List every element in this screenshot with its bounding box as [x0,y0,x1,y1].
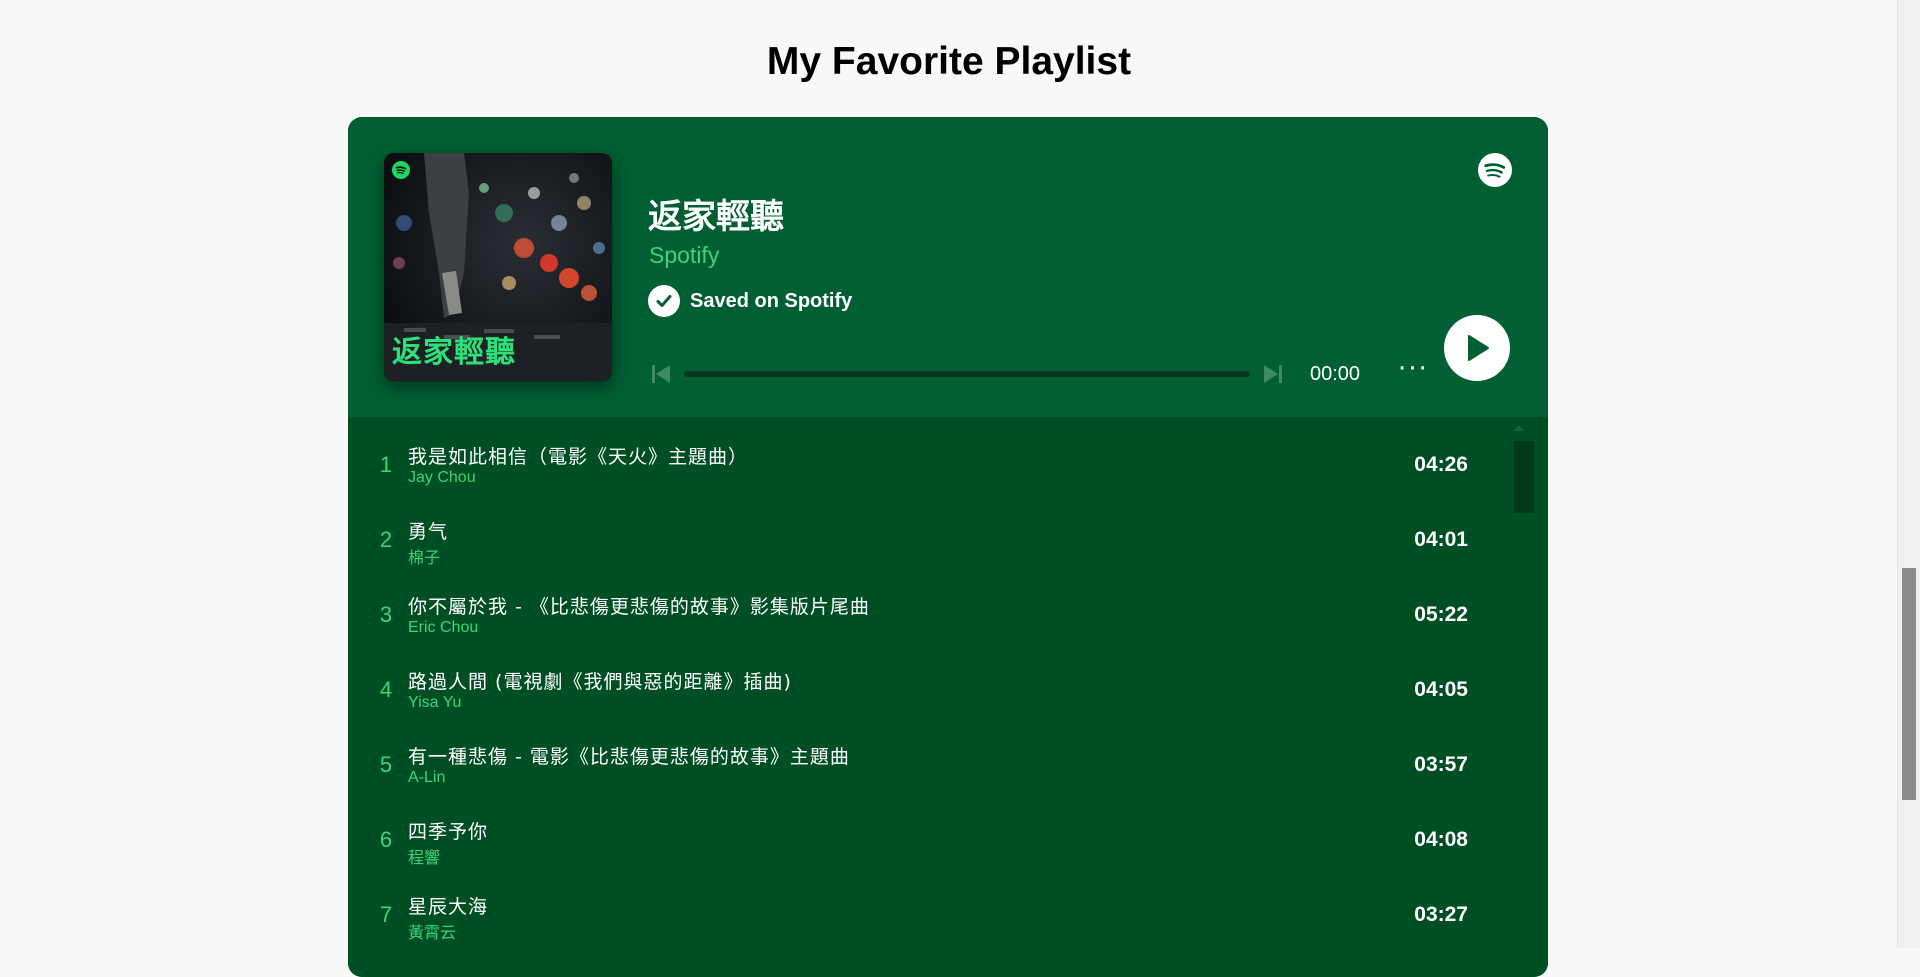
playlist-owner[interactable]: Spotify [649,242,719,269]
track-number: 2 [379,527,393,552]
playback-time: 00:00 [1310,362,1361,385]
track-artist[interactable]: 程響 [408,844,440,868]
spotify-embed-player: 返家輕聽 返家輕聽 Spotify Saved on Spotify 00:00… [348,117,1548,977]
track-duration: 04:01 [1414,528,1468,551]
track-number: 3 [379,602,393,627]
progress-bar[interactable] [684,371,1250,377]
player-header: 返家輕聽 返家輕聽 Spotify Saved on Spotify 00:00… [348,117,1548,417]
tracklist-scroll-up-arrow[interactable] [1514,425,1524,431]
play-button[interactable] [1444,315,1510,381]
track-artist[interactable]: 黃霄云 [408,919,456,943]
check-circle-icon [648,285,680,317]
track-artist[interactable]: 棉子 [408,544,440,568]
spotify-icon[interactable] [1478,153,1512,191]
saved-status[interactable]: Saved on Spotify [648,285,852,317]
track-duration: 03:57 [1414,753,1468,776]
track-number: 5 [379,752,393,777]
track-duration: 04:08 [1414,828,1468,851]
page-title: My Favorite Playlist [766,40,1132,83]
track-number: 6 [379,827,393,852]
track-artist[interactable]: Eric Chou [408,619,478,637]
track-title: 星辰大海 [408,896,489,918]
saved-label: Saved on Spotify [690,289,853,312]
track-duration: 04:05 [1414,678,1468,701]
track-row[interactable]: 5 有一種悲傷 - 電影《比悲傷更悲傷的故事》主題曲 A-Lin 03:57 [348,717,1508,792]
page-scrollbar[interactable] [1897,0,1920,948]
track-number: 7 [379,902,393,927]
track-row[interactable]: 6 四季予你 程響 04:08 [348,792,1508,867]
track-row[interactable]: 4 路過人間 (電視劇《我們與惡的距離》插曲) Yisa Yu 04:05 [348,642,1508,717]
track-duration: 05:22 [1414,603,1468,626]
track-row[interactable]: 2 勇气 棉子 04:01 [348,492,1508,567]
track-title: 路過人間 (電視劇《我們與惡的距離》插曲) [408,671,792,693]
more-horizontal-icon[interactable]: ··· [1398,356,1429,384]
cover-title: 返家輕聽 [392,335,516,370]
page-scrollbar-thumb[interactable] [1902,568,1916,800]
playlist-cover-art[interactable]: 返家輕聽 [384,153,612,381]
track-title: 我是如此相信（電影《天火》主題曲） [408,446,749,468]
cover-spotify-icon [392,161,410,179]
track-number: 1 [379,452,393,477]
track-row[interactable]: 7 星辰大海 黃霄云 03:27 [348,867,1508,942]
track-list[interactable]: 1 我是如此相信（電影《天火》主題曲） Jay Chou 04:26 2 勇气 … [348,417,1548,977]
playback-controls: 00:00 ··· [648,356,1468,389]
track-artist[interactable]: Jay Chou [408,469,476,487]
track-artist[interactable]: A-Lin [408,769,445,787]
track-row[interactable]: 1 我是如此相信（電影《天火》主題曲） Jay Chou 04:26 [348,417,1508,492]
track-title: 有一種悲傷 - 電影《比悲傷更悲傷的故事》主題曲 [408,746,850,768]
skip-previous-icon[interactable] [648,361,674,387]
track-number: 4 [379,677,393,702]
tracklist-scrollbar-thumb[interactable] [1514,441,1534,513]
track-duration: 03:27 [1414,903,1468,926]
play-icon [1468,335,1489,361]
track-title: 你不屬於我 - 《比悲傷更悲傷的故事》影集版片尾曲 [408,596,870,618]
track-title: 勇气 [408,521,449,543]
track-duration: 04:26 [1414,453,1468,476]
skip-next-icon[interactable] [1260,361,1286,387]
track-artist[interactable]: Yisa Yu [408,694,461,712]
playlist-name[interactable]: 返家輕聽 [648,189,784,238]
track-row[interactable]: 3 你不屬於我 - 《比悲傷更悲傷的故事》影集版片尾曲 Eric Chou 05… [348,567,1508,642]
track-title: 四季予你 [408,821,489,843]
